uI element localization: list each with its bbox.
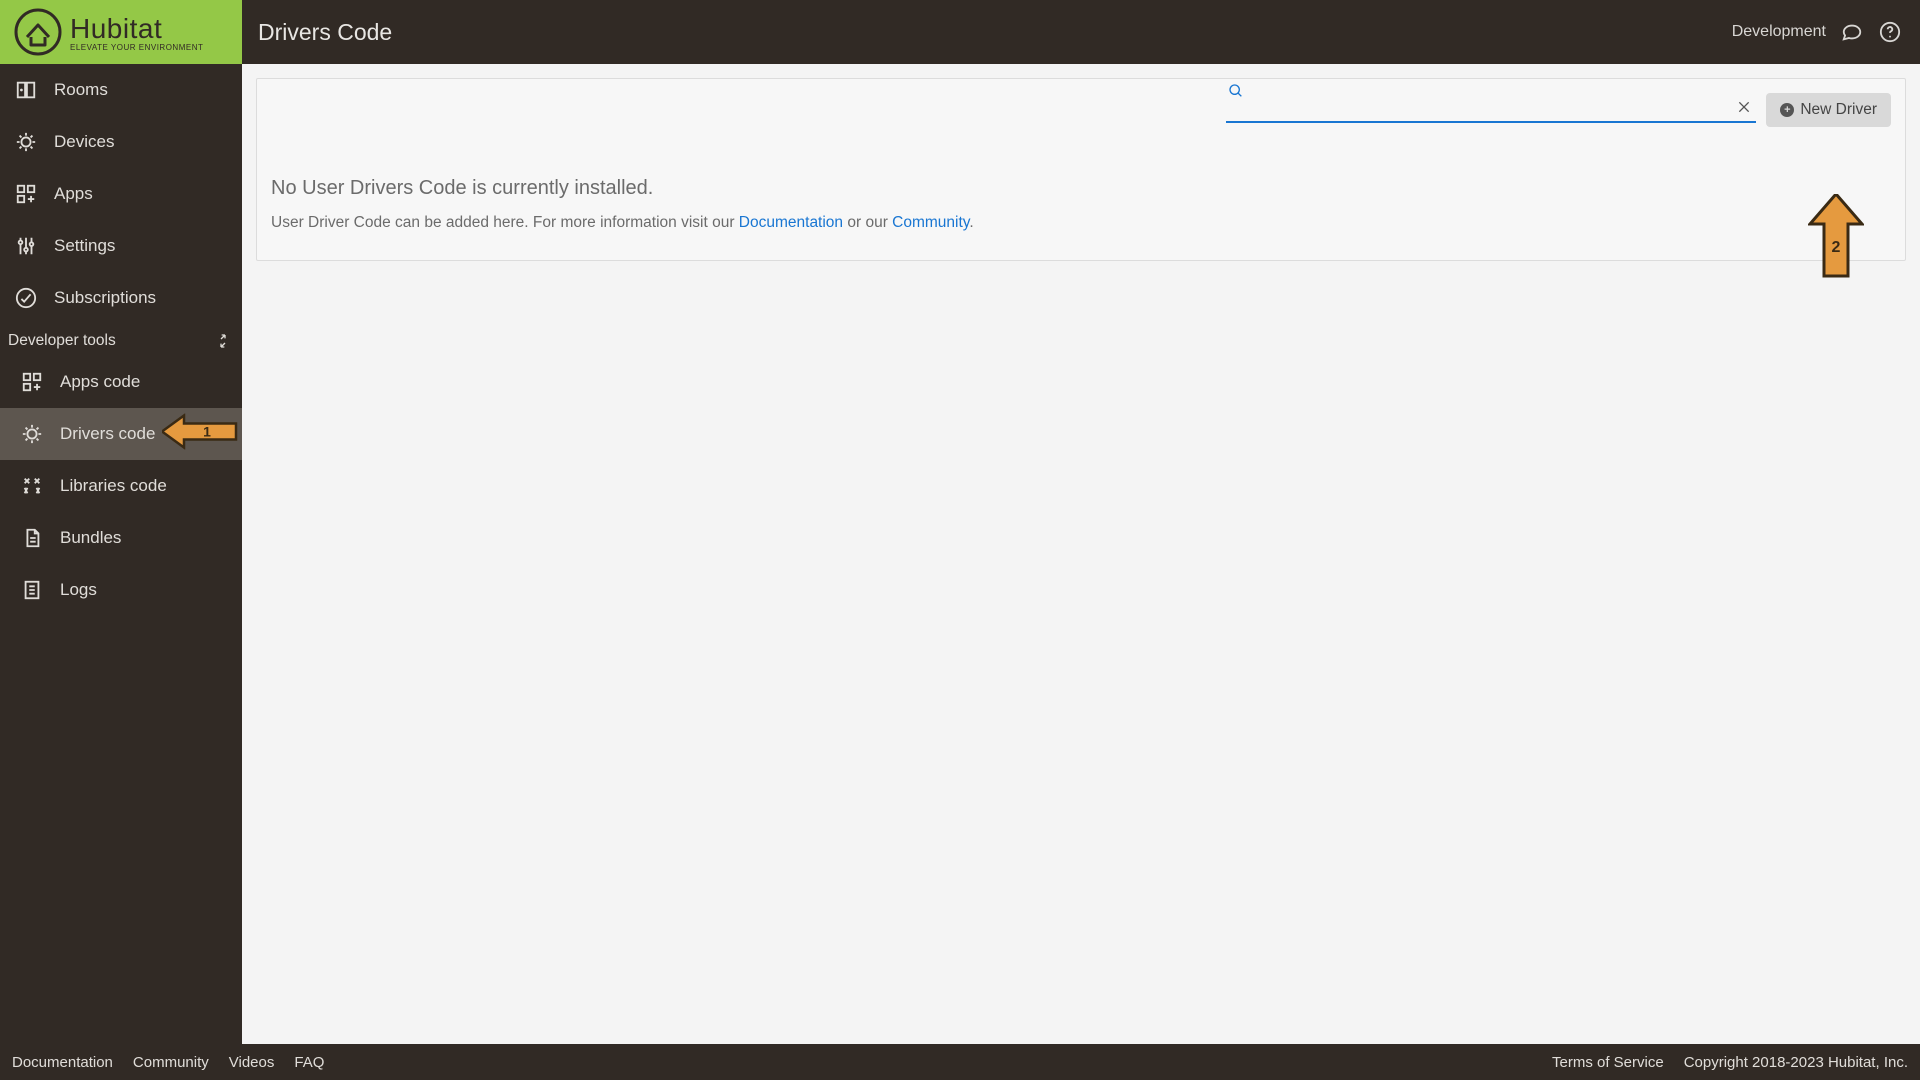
footer-link-community[interactable]: Community (133, 1054, 209, 1071)
logs-icon (20, 578, 44, 602)
svg-text:2: 2 (1832, 239, 1841, 256)
sidebar-item-label: Drivers code (60, 424, 155, 444)
footer-link-faq[interactable]: FAQ (294, 1054, 324, 1071)
sidebar-item-label: Apps code (60, 372, 140, 392)
sidebar-item-apps-code[interactable]: Apps code (0, 356, 242, 408)
search-icon (1228, 83, 1246, 101)
drivers-panel: + New Driver No User Drivers Code is cur… (256, 78, 1906, 261)
empty-sub-mid: or our (843, 214, 892, 231)
sidebar-item-label: Rooms (54, 80, 108, 100)
empty-state-title: No User Drivers Code is currently instal… (271, 177, 1891, 200)
logo[interactable]: Hubitat ELEVATE YOUR ENVIRONMENT (0, 0, 242, 64)
svg-text:1: 1 (203, 424, 211, 440)
group-label: Developer tools (8, 332, 116, 350)
footer-link-tos[interactable]: Terms of Service (1552, 1054, 1664, 1071)
subscriptions-icon (14, 286, 38, 310)
sidebar-item-libraries-code[interactable]: Libraries code (0, 460, 242, 512)
search-wrap (1226, 93, 1756, 123)
header: Hubitat ELEVATE YOUR ENVIRONMENT Drivers… (0, 0, 1920, 64)
brand-tagline: ELEVATE YOUR ENVIRONMENT (70, 43, 203, 52)
sidebar-item-apps[interactable]: Apps (0, 168, 242, 220)
footer-link-documentation[interactable]: Documentation (12, 1054, 113, 1071)
sidebar-item-label: Apps (54, 184, 93, 204)
apps-code-icon (20, 370, 44, 394)
settings-icon (14, 234, 38, 258)
empty-sub-post: . (969, 214, 973, 231)
sidebar-item-settings[interactable]: Settings (0, 220, 242, 272)
chat-icon[interactable] (1840, 20, 1864, 44)
footer-copyright: Copyright 2018-2023 Hubitat, Inc. (1684, 1054, 1908, 1071)
collapse-icon (214, 332, 232, 350)
help-icon[interactable] (1878, 20, 1902, 44)
sidebar-item-subscriptions[interactable]: Subscriptions (0, 272, 242, 324)
bundles-icon (20, 526, 44, 550)
sidebar-item-label: Settings (54, 236, 115, 256)
rooms-icon (14, 78, 38, 102)
annotation-arrow-1: 1 (162, 414, 238, 455)
libraries-code-icon (20, 474, 44, 498)
sidebar-item-bundles[interactable]: Bundles (0, 512, 242, 564)
annotation-arrow-2: 2 (1808, 194, 1864, 283)
clear-search-button[interactable] (1734, 97, 1754, 117)
apps-icon (14, 182, 38, 206)
env-label: Development (1732, 23, 1826, 41)
hubitat-logo-icon (12, 6, 64, 58)
empty-state-subtitle: User Driver Code can be added here. For … (271, 214, 1891, 232)
sidebar-item-label: Devices (54, 132, 114, 152)
devices-icon (14, 130, 38, 154)
drivers-code-icon (20, 422, 44, 446)
sidebar-item-logs[interactable]: Logs (0, 564, 242, 616)
sidebar-group-developer-tools[interactable]: Developer tools (0, 324, 242, 356)
sidebar-item-devices[interactable]: Devices (0, 116, 242, 168)
content-row: Rooms Devices Apps Settings Subscription… (0, 64, 1920, 1044)
footer: Documentation Community Videos FAQ Terms… (0, 1044, 1920, 1080)
logo-text: Hubitat ELEVATE YOUR ENVIRONMENT (70, 13, 203, 52)
search-input[interactable] (1226, 93, 1756, 123)
header-right: Development (1732, 20, 1920, 44)
brand-name: Hubitat (70, 13, 203, 45)
main: + New Driver No User Drivers Code is cur… (242, 64, 1920, 1044)
footer-right: Terms of Service Copyright 2018-2023 Hub… (1552, 1054, 1908, 1071)
documentation-link[interactable]: Documentation (739, 214, 843, 231)
page-title: Drivers Code (258, 19, 392, 46)
sidebar-item-rooms[interactable]: Rooms (0, 64, 242, 116)
community-link[interactable]: Community (892, 214, 969, 231)
footer-link-videos[interactable]: Videos (229, 1054, 275, 1071)
sidebar-item-label: Logs (60, 580, 97, 600)
sidebar-item-label: Libraries code (60, 476, 167, 496)
empty-sub-pre: User Driver Code can be added here. For … (271, 214, 739, 231)
sidebar-item-drivers-code[interactable]: Drivers code 1 (0, 408, 242, 460)
new-driver-button[interactable]: + New Driver (1766, 93, 1891, 127)
plus-circle-icon: + (1780, 103, 1794, 117)
sidebar-item-label: Bundles (60, 528, 121, 548)
sidebar-item-label: Subscriptions (54, 288, 156, 308)
sidebar: Rooms Devices Apps Settings Subscription… (0, 64, 242, 1044)
new-driver-label: New Driver (1800, 101, 1877, 119)
footer-left: Documentation Community Videos FAQ (12, 1054, 324, 1071)
panel-top: + New Driver (271, 93, 1891, 137)
